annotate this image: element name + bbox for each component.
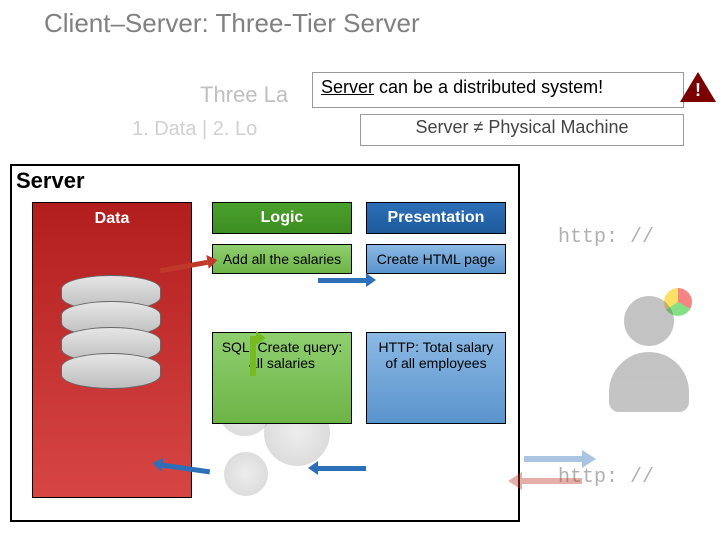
arrow-client-to-server: [522, 478, 582, 484]
logic-add-salaries: Add all the salaries: [212, 244, 352, 274]
column-presentation: Presentation Create HTML page HTTP: Tota…: [366, 202, 506, 424]
callout-rest: can be a distributed system!: [374, 77, 603, 97]
column-logic-header: Logic: [212, 202, 352, 234]
callout-not-physical: Server ≠ Physical Machine: [360, 114, 684, 146]
arrow-server-to-client: [524, 456, 582, 462]
callout-server-word: Server: [321, 77, 374, 97]
server-frame: Server Data Logic Add all the salaries S…: [10, 164, 520, 522]
client-user-icon: [604, 296, 694, 426]
slide-title: Client–Server: Three-Tier Server: [44, 8, 420, 39]
database-icon: [61, 275, 161, 405]
server-label: Server: [16, 168, 85, 194]
warning-icon: !: [680, 72, 716, 106]
arrow-logic-up: [250, 336, 256, 376]
callout-distributed: Server can be a distributed system!: [312, 72, 684, 108]
column-data-header: Data: [33, 203, 191, 235]
gear-icon: [224, 452, 268, 496]
logic-sql-query: SQL: Create query: all salaries: [212, 332, 352, 424]
arrow-logic-to-pres: [318, 278, 366, 283]
column-logic: Logic Add all the salaries SQL: Create q…: [212, 202, 352, 424]
subtitle-bg: Three La: [200, 82, 288, 108]
pres-http-request: HTTP: Total salary of all employees: [366, 332, 506, 424]
column-pres-header: Presentation: [366, 202, 506, 234]
layers-bg: 1. Data | 2. Lo: [132, 118, 257, 141]
arrow-pres-to-logic: [318, 466, 366, 471]
column-data: Data: [32, 202, 192, 498]
pres-create-html: Create HTML page: [366, 244, 506, 274]
http-label-top: http: //: [558, 226, 654, 249]
